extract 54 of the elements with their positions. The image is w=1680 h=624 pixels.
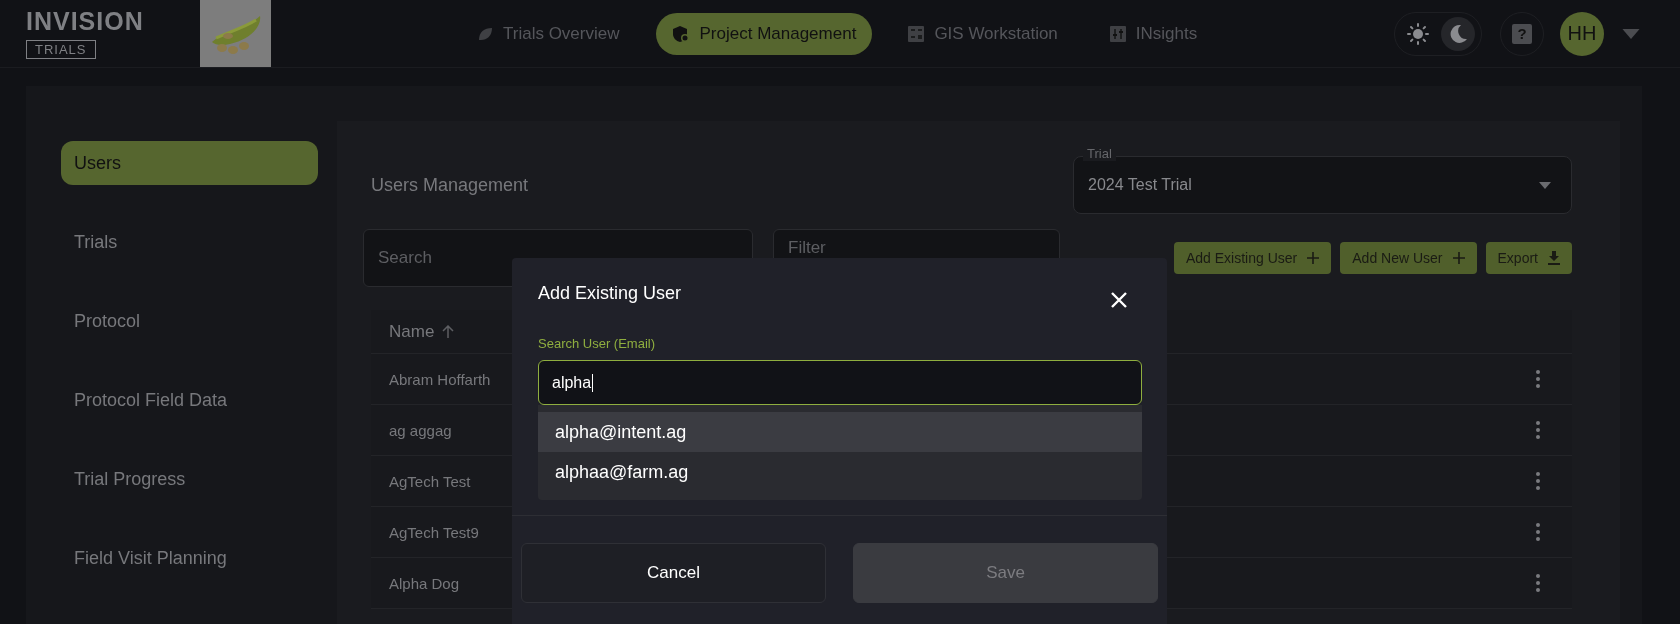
more-icon[interactable] — [1536, 574, 1540, 592]
download-icon — [1548, 251, 1560, 265]
sidebar-item[interactable]: Users — [61, 141, 318, 185]
nav-tab[interactable]: GIS Workstation — [892, 12, 1074, 55]
leaf-icon — [477, 25, 493, 42]
table-cell: ag aggag — [389, 421, 452, 439]
sidebar-item[interactable]: Trials — [61, 220, 318, 264]
more-icon[interactable] — [1536, 370, 1540, 388]
toolbar-button[interactable]: Export — [1485, 242, 1572, 274]
toolbar-button[interactable]: Add Existing User — [1174, 242, 1332, 274]
suggestion-option[interactable]: alphaa@farm.ag — [538, 452, 1142, 492]
dialog-title: Add Existing User — [538, 282, 682, 304]
sidebar-item[interactable]: Field Visit Planning — [61, 536, 318, 580]
more-icon[interactable] — [1536, 472, 1540, 490]
sun-icon — [1407, 22, 1429, 45]
table-cell: Alpha Dog — [389, 574, 460, 592]
sidebar-item[interactable]: Protocol Field Data — [61, 378, 318, 422]
nav-label: Project Management — [699, 23, 857, 44]
nav-tab[interactable]: INsights — [1093, 12, 1214, 55]
select-value: 2024 Test Trial — [1088, 176, 1192, 194]
column-header[interactable]: Name — [389, 321, 435, 342]
logo-subtitle: TRIALS — [26, 40, 96, 59]
help-icon: ? — [1512, 23, 1532, 44]
caret-icon[interactable] — [1622, 28, 1640, 39]
field-label: Search User (Email) — [538, 336, 657, 351]
plus-icon — [1307, 252, 1320, 264]
page-title: Users Management — [371, 174, 529, 196]
table-cell: Abram Hoffarth — [389, 370, 491, 388]
sidebar-item[interactable]: Trial Progress — [61, 457, 318, 501]
email-search-field[interactable]: alpha — [538, 360, 1142, 405]
sort-arrow-icon[interactable] — [442, 325, 455, 338]
select-label: Trial — [1083, 146, 1116, 161]
logo-title: INVISION — [26, 8, 144, 34]
nav-tab[interactable]: Project Management — [655, 12, 873, 55]
theme-option[interactable] — [1441, 16, 1475, 51]
more-icon[interactable] — [1536, 421, 1540, 439]
suggestion-option[interactable]: alpha@intent.ag — [538, 412, 1142, 452]
shield-icon — [671, 24, 690, 43]
more-icon[interactable] — [1536, 523, 1540, 541]
nav-label: GIS Workstation — [934, 23, 1058, 44]
nav-tab[interactable]: Trials Overview — [461, 12, 636, 55]
sliders-icon — [1109, 25, 1126, 42]
user-avatar[interactable]: HH — [1560, 11, 1604, 56]
dialog-button[interactable]: Cancel — [521, 543, 826, 603]
table-cell: AgTech Test — [389, 472, 471, 490]
plus-icon — [1452, 252, 1465, 264]
nav-label: INsights — [1135, 23, 1198, 44]
caret-icon — [1539, 181, 1551, 189]
table-cell: AgTech Test9 — [389, 523, 479, 541]
calculator-icon — [908, 25, 925, 42]
sidebar-item[interactable]: Protocol — [61, 299, 318, 343]
nav-label: Trials Overview — [503, 23, 620, 44]
close-icon[interactable] — [1111, 292, 1127, 308]
toolbar-button[interactable]: Add New User — [1340, 242, 1477, 274]
